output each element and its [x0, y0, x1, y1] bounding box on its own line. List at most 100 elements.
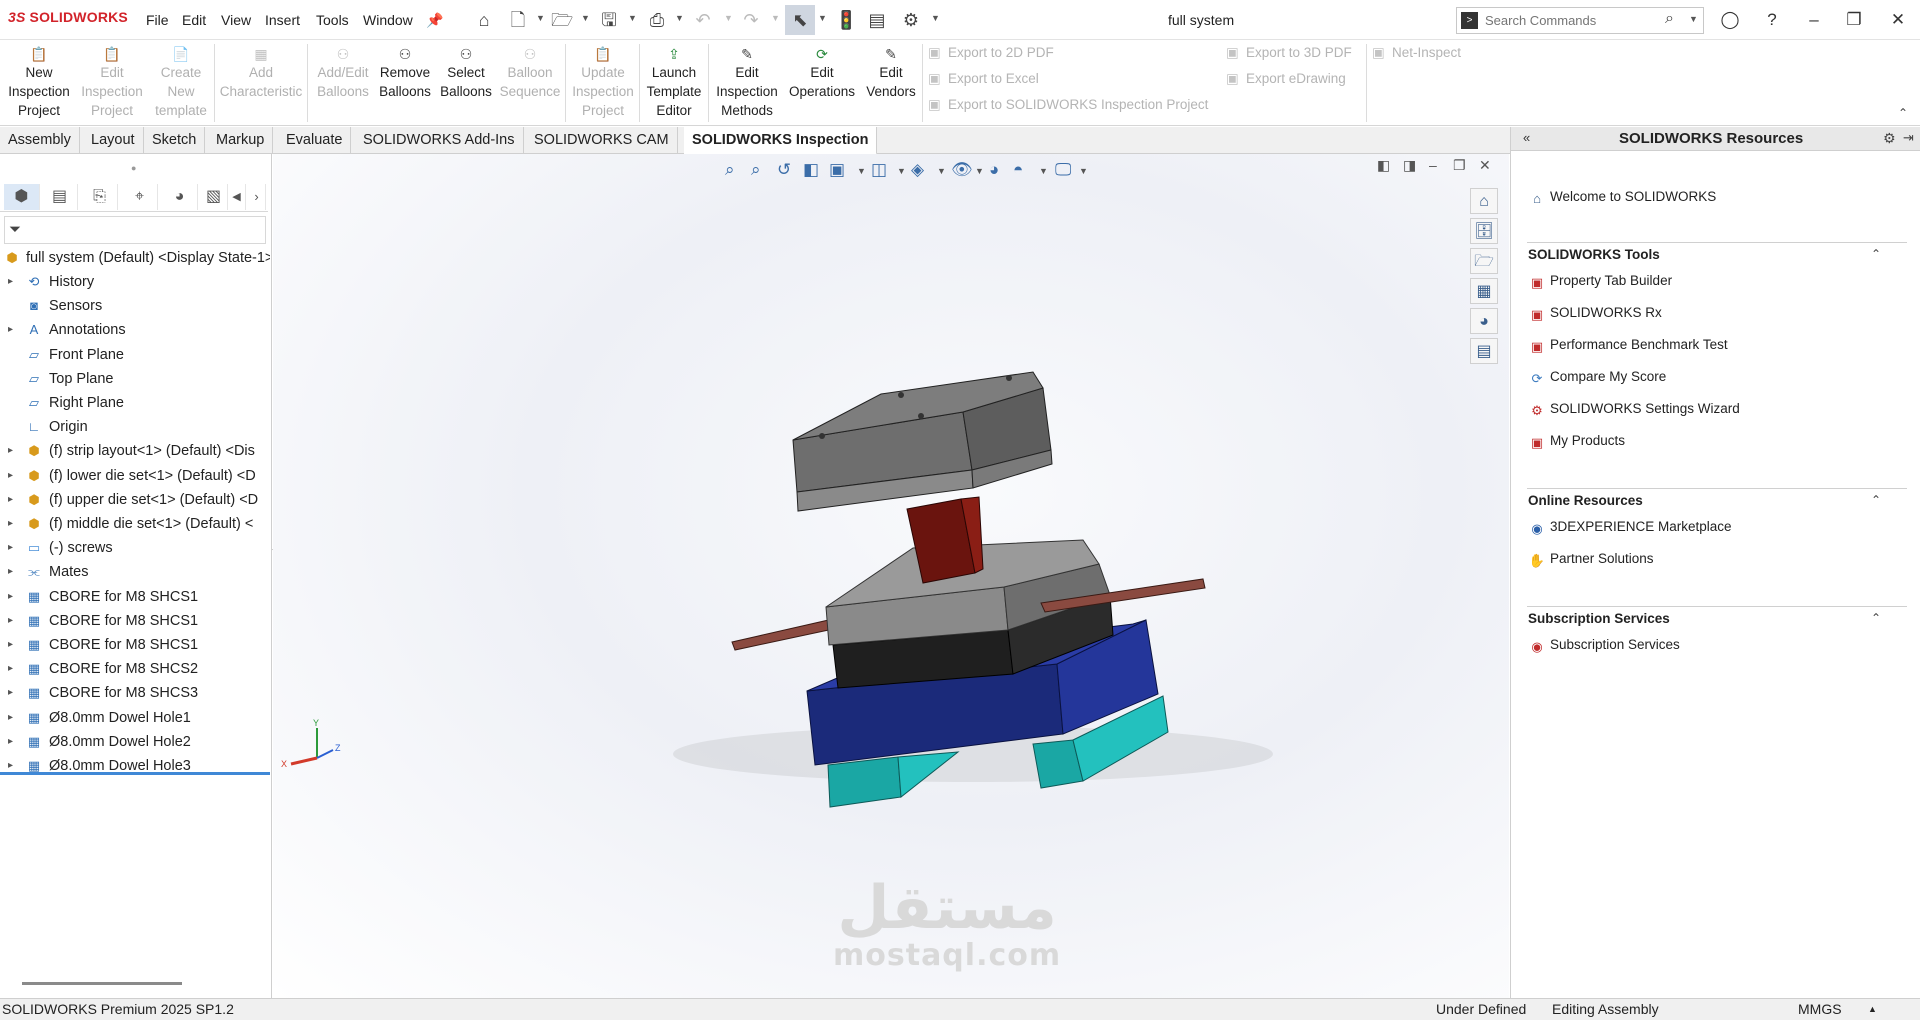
subscription-item[interactable]: ◉ Subscription Services [1528, 634, 1679, 656]
menu-file[interactable]: File [146, 12, 169, 28]
online-item[interactable]: ✋ Partner Solutions [1528, 548, 1654, 570]
search-commands-box[interactable]: > ⌕ ▼ [1456, 7, 1704, 34]
tab-layout[interactable]: Layout [83, 127, 144, 154]
chevron-down-icon[interactable]: ▼ [931, 13, 940, 23]
property-manager-tab-icon[interactable]: ▤ [42, 184, 78, 210]
expand-arrow-icon[interactable]: ▸ [8, 609, 13, 633]
expand-arrow-icon[interactable]: ▸ [8, 464, 13, 488]
expand-arrow-icon[interactable]: ▸ [8, 536, 13, 560]
expand-arrow-icon[interactable]: ▸ [8, 730, 13, 754]
restore-icon[interactable]: ❐ [1842, 8, 1866, 32]
tree-item[interactable]: ▸ ▦ CBORE for M8 SHCS1 [0, 633, 270, 657]
tab-sketch[interactable]: Sketch [144, 127, 206, 154]
solidworks-logo[interactable]: 3S SOLIDWORKS [8, 9, 128, 25]
tree-horizontal-scrollbar[interactable] [22, 982, 182, 985]
edit-operations-button[interactable]: ⟳ Edit Operations [786, 44, 858, 124]
select-cursor-icon[interactable]: ⬉ [785, 5, 815, 35]
expand-arrow-icon[interactable]: ▸ [8, 633, 13, 657]
pin-icon[interactable]: 📌 [424, 9, 446, 31]
menu-insert[interactable]: Insert [265, 12, 300, 28]
tree-item[interactable]: ▸ ▦ CBORE for M8 SHCS2 [0, 657, 270, 681]
expand-arrow-icon[interactable]: ▸ [8, 270, 13, 294]
tools-item[interactable]: ▣ SOLIDWORKS Rx [1528, 302, 1662, 324]
menu-edit[interactable]: Edit [182, 12, 206, 28]
display-manager-tab-icon[interactable]: ◕ [162, 184, 198, 210]
select-balloons-button[interactable]: ⚇ Select Balloons [438, 44, 494, 124]
expand-arrow-icon[interactable]: ▸ [8, 681, 13, 705]
tree-item[interactable]: ▸ ▦ Ø8.0mm Dowel Hole2 [0, 730, 270, 754]
tree-item[interactable]: ▸ ⟲ History [0, 270, 270, 294]
tab-markup[interactable]: Markup [208, 127, 274, 154]
tools-item[interactable]: ⟳ Compare My Score [1528, 366, 1667, 388]
print-icon[interactable]: ⎙ [646, 9, 668, 31]
home-icon[interactable]: ⌂ [473, 9, 495, 31]
file-properties-icon[interactable]: ▤ [866, 9, 888, 31]
tab-cam[interactable]: SOLIDWORKS CAM [526, 127, 678, 154]
close-icon[interactable]: ✕ [1886, 8, 1910, 32]
tools-item[interactable]: ▣ My Products [1528, 430, 1625, 452]
chevron-down-icon[interactable]: ▼ [628, 13, 637, 23]
chevron-right-icon[interactable]: › [248, 184, 266, 210]
tab-evaluate[interactable]: Evaluate [278, 127, 352, 154]
dimxpert-tab-icon[interactable]: ⌖ [122, 184, 158, 210]
chevron-up-icon[interactable]: ⌃ [1871, 611, 1881, 625]
help-icon[interactable]: ? [1760, 8, 1784, 32]
tree-item[interactable]: ◙ Sensors [0, 294, 270, 318]
filter-icon[interactable]: ⏷ [9, 221, 21, 238]
tree-item[interactable]: ▸ ▭ (-) screws [0, 536, 270, 560]
redo-icon[interactable]: ↷ [740, 9, 762, 31]
tree-item[interactable]: ▸ ⫘ Mates [0, 560, 270, 584]
tree-item[interactable]: ▸ ⬢ (f) middle die set<1> (Default) < [0, 512, 270, 536]
menu-view[interactable]: View [221, 12, 251, 28]
chevron-left-icon[interactable]: ◀ [228, 184, 246, 210]
tools-item[interactable]: ▣ Property Tab Builder [1528, 270, 1672, 292]
expand-arrow-icon[interactable]: ▸ [8, 560, 13, 584]
remove-balloons-button[interactable]: ⚇ Remove Balloons [376, 44, 434, 124]
chevron-up-icon[interactable]: ⌃ [1871, 493, 1881, 507]
expand-arrow-icon[interactable]: ▸ [8, 585, 13, 609]
units-selector[interactable]: MMGS [1798, 999, 1842, 1020]
balloon-sequence-button[interactable]: ⚇ Balloon Sequence [498, 44, 562, 124]
tree-item[interactable]: ▸ ▦ Ø8.0mm Dowel Hole1 [0, 706, 270, 730]
tools-item[interactable]: ▣ Performance Benchmark Test [1528, 334, 1728, 356]
tree-filter-box[interactable]: ⏷ [4, 216, 266, 244]
tree-item[interactable]: ▸ ⬢ (f) upper die set<1> (Default) <D [0, 488, 270, 512]
expand-arrow-icon[interactable]: ▸ [8, 512, 13, 536]
chevron-down-icon[interactable]: ▼ [818, 13, 827, 23]
search-icon[interactable]: ⌕ [1665, 10, 1674, 28]
chevron-up-icon[interactable]: ▲ [1868, 999, 1877, 1020]
tab-assembly[interactable]: Assembly [0, 127, 80, 154]
tree-item[interactable]: ▸ ⬢ (f) strip layout<1> (Default) <Dis [0, 439, 270, 463]
chevron-down-icon[interactable]: ▼ [1689, 14, 1698, 24]
pane-settings-gear-icon[interactable]: ⚙ [1883, 130, 1896, 147]
add-edit-balloons-button[interactable]: ⚇ Add/Edit Balloons [312, 44, 374, 124]
tree-item[interactable]: ▸ ▦ CBORE for M8 SHCS1 [0, 585, 270, 609]
search-input[interactable] [1485, 11, 1655, 30]
edit-vendors-button[interactable]: ✎ Edit Vendors [862, 44, 920, 124]
expand-arrow-icon[interactable]: ▸ [8, 439, 13, 463]
launch-template-editor-button[interactable]: ⇪ Launch Template Editor [644, 44, 704, 124]
expand-arrow-icon[interactable]: ▸ [8, 488, 13, 512]
tree-item[interactable]: ▱ Front Plane [0, 343, 270, 367]
tree-item[interactable]: ▱ Top Plane [0, 367, 270, 391]
new-document-icon[interactable]: 🗋 [507, 9, 529, 31]
expand-arrow-icon[interactable]: ▸ [8, 657, 13, 681]
tree-root[interactable]: ⬢ full system (Default) <Display State-1> [0, 246, 270, 270]
chevron-down-icon[interactable]: ▼ [581, 13, 590, 23]
expand-arrow-icon[interactable]: ▸ [8, 706, 13, 730]
minimize-icon[interactable]: – [1802, 8, 1826, 32]
tree-item[interactable]: ▸ ⬢ (f) lower die set<1> (Default) <D [0, 464, 270, 488]
tree-item[interactable]: ▸ A Annotations [0, 318, 270, 342]
tools-item[interactable]: ⚙ SOLIDWORKS Settings Wizard [1528, 398, 1740, 420]
online-item[interactable]: ◉ 3DEXPERIENCE Marketplace [1528, 516, 1731, 538]
tree-item[interactable]: ∟ Origin [0, 415, 270, 439]
traffic-light-icon[interactable]: 🚦 [835, 9, 857, 31]
edit-inspection-methods-button[interactable]: ✎ Edit Inspection Methods [712, 44, 782, 124]
new-inspection-project-button[interactable]: 📋 New Inspection Project [4, 44, 74, 124]
tab-add-ins[interactable]: SOLIDWORKS Add-Ins [355, 127, 524, 154]
cam-tab-icon[interactable]: ▧ [200, 184, 228, 210]
user-account-icon[interactable]: ◯ [1718, 8, 1742, 32]
update-inspection-project-button[interactable]: 📋 Update Inspection Project [570, 44, 636, 124]
welcome-link[interactable]: ⌂ Welcome to SOLIDWORKS [1528, 186, 1716, 208]
export-excel-button[interactable]: ▣ Export to Excel [928, 71, 1039, 87]
